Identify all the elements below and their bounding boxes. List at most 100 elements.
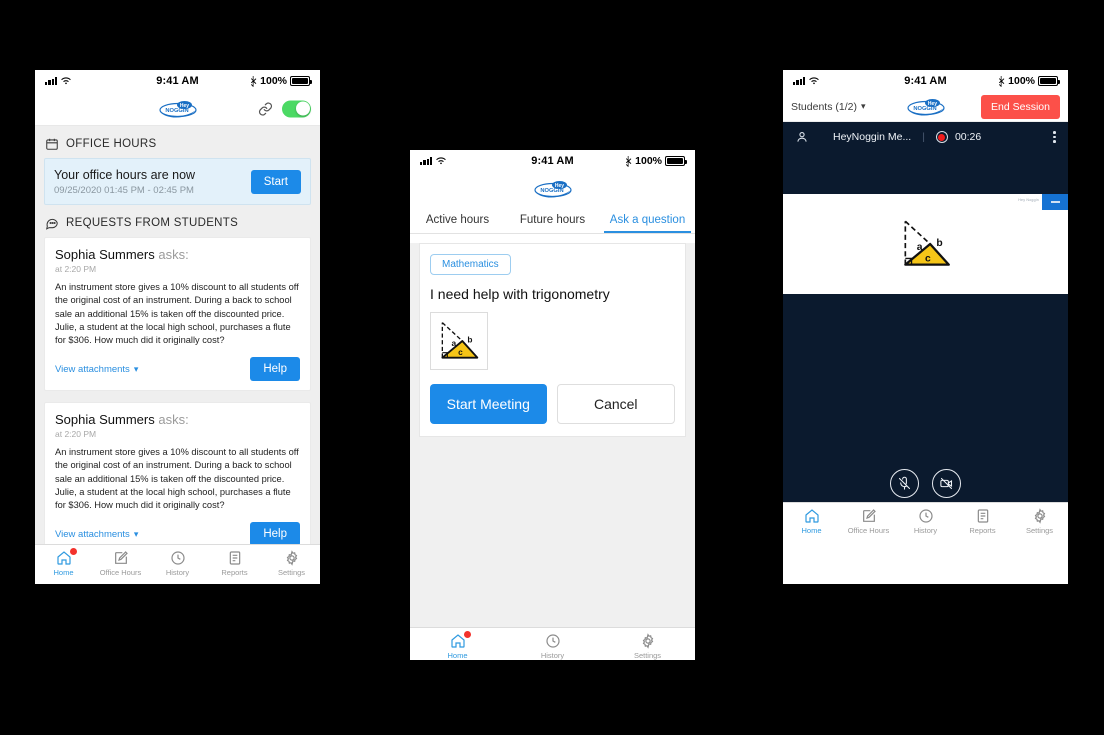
svg-text:NOGGIN: NOGGIN: [165, 108, 188, 114]
start-office-hours-button[interactable]: Start: [250, 169, 301, 194]
tab-history[interactable]: History: [897, 508, 954, 535]
status-right: 100%: [998, 75, 1060, 87]
document-icon: [229, 551, 240, 565]
request-student-name: Sophia Summers: [55, 412, 155, 428]
tab-office-hours-label: Office Hours: [99, 568, 142, 577]
office-hours-text: Your office hours are now 09/25/2020 01:…: [54, 167, 195, 196]
session-stage: HeyNoggin Me... | 00:26 Hey Noggin a b c: [783, 122, 1068, 540]
tab-home[interactable]: Home: [410, 631, 505, 660]
tab-settings[interactable]: Settings: [1011, 508, 1068, 535]
status-left: [793, 76, 820, 86]
session-timer: 00:26: [954, 131, 982, 143]
request-time: at 2:20 PM: [55, 264, 97, 275]
tab-ask-a-question[interactable]: Ask a question: [600, 206, 695, 233]
tab-office-hours-label: Office Hours: [847, 526, 890, 535]
svg-text:c: c: [458, 347, 463, 357]
battery-icon: [1038, 76, 1060, 86]
heynoggin-logo: Hey NOGGIN: [904, 96, 948, 118]
home-icon: [450, 634, 465, 648]
tab-future-hours[interactable]: Future hours: [505, 206, 600, 233]
home-notification-badge: [69, 548, 77, 555]
home-icon: [56, 551, 71, 565]
tab-office-hours[interactable]: Office Hours: [92, 550, 149, 577]
battery-icon: [665, 156, 687, 166]
cancel-button[interactable]: Cancel: [556, 384, 675, 424]
tab-office-hours[interactable]: Office Hours: [840, 508, 897, 535]
end-session-button[interactable]: End Session: [981, 94, 1060, 119]
tab-reports[interactable]: Reports: [954, 508, 1011, 535]
edit-square-icon: [114, 551, 128, 564]
question-tabs: Active hours Future hours Ask a question: [410, 206, 695, 234]
request-footer: View attachments ▾ Help: [55, 522, 300, 544]
bottom-tabbar: Home History Settings: [410, 627, 695, 660]
app-header: Hey NOGGIN: [35, 92, 320, 126]
requests-section-label: REQUESTS FROM STUDENTS: [66, 217, 239, 230]
separator: |: [922, 131, 925, 143]
view-attachments-link[interactable]: View attachments ▾: [55, 364, 138, 375]
heynoggin-logo: Hey NOGGIN: [156, 98, 200, 120]
ask-question-panel: Mathematics I need help with trigonometr…: [419, 243, 686, 437]
svg-text:a: a: [452, 338, 457, 348]
wifi-icon: [61, 77, 72, 85]
app-header: Hey NOGGIN: [410, 172, 695, 206]
mic-off-icon: [898, 476, 911, 490]
status-bar: 9:41 AM 100%: [35, 70, 320, 92]
office-hours-card[interactable]: Your office hours are now 09/25/2020 01:…: [44, 158, 311, 206]
request-student-line: Sophia Summers asks:: [55, 247, 300, 262]
camera-off-button[interactable]: [932, 469, 961, 498]
shared-whiteboard[interactable]: Hey Noggin a b c: [783, 194, 1068, 294]
tab-home[interactable]: Home: [35, 548, 92, 577]
view-attachments-link[interactable]: View attachments ▾: [55, 529, 138, 540]
battery-percent: 100%: [1008, 75, 1035, 87]
bluetooth-icon: [251, 75, 257, 87]
help-button[interactable]: Help: [250, 357, 300, 382]
minimize-icon[interactable]: [1042, 194, 1068, 210]
kebab-menu-icon[interactable]: [1053, 130, 1056, 144]
students-dropdown[interactable]: Students (1/2) ▾: [791, 101, 865, 113]
view-attachments-label: View attachments: [55, 528, 130, 540]
question-text: I need help with trigonometry: [430, 286, 610, 302]
start-meeting-button[interactable]: Start Meeting: [430, 384, 547, 424]
heynoggin-logo: Hey NOGGIN: [531, 178, 575, 200]
signal-bars-icon: [45, 77, 58, 85]
office-hours-section-label: OFFICE HOURS: [66, 138, 157, 150]
status-right: 100%: [625, 155, 687, 167]
availability-toggle[interactable]: [282, 100, 311, 117]
meeting-title: HeyNoggin Me...: [833, 131, 912, 143]
phone1-content: OFFICE HOURS Your office hours are now 0…: [35, 126, 320, 544]
request-card[interactable]: Sophia Summers asks: at 2:20 PM An instr…: [44, 237, 311, 392]
chevron-down-icon: ▾: [133, 528, 139, 539]
request-asks-label: asks:: [158, 412, 189, 428]
gear-icon: [1034, 508, 1045, 524]
bluetooth-icon: [999, 75, 1005, 87]
tab-history[interactable]: History: [149, 550, 206, 577]
gear-icon: [286, 550, 297, 566]
clock-icon: [918, 509, 933, 523]
tab-reports[interactable]: Reports: [206, 550, 263, 577]
tab-history-label: History: [913, 526, 938, 535]
students-dropdown-label: Students (1/2): [791, 100, 857, 113]
tab-home[interactable]: Home: [783, 508, 840, 535]
requests-section-header: REQUESTS FROM STUDENTS: [35, 205, 320, 237]
subject-chip[interactable]: Mathematics: [430, 254, 511, 275]
tab-active-hours[interactable]: Active hours: [410, 206, 505, 233]
mic-off-button[interactable]: [890, 469, 919, 498]
link-icon[interactable]: [258, 101, 273, 116]
clock-icon: [545, 634, 560, 648]
tab-history-label: History: [165, 568, 190, 577]
person-icon[interactable]: [795, 130, 809, 144]
help-button[interactable]: Help: [250, 522, 300, 544]
tab-home-label: Home: [53, 568, 74, 577]
request-time: at 2:20 PM: [55, 429, 97, 440]
tab-future-hours-label: Future hours: [519, 213, 586, 226]
request-card[interactable]: Sophia Summers asks: at 2:20 PM An instr…: [44, 402, 311, 544]
whiteboard-caption: Hey Noggin: [1018, 198, 1039, 202]
tab-history[interactable]: History: [505, 633, 600, 660]
tab-settings[interactable]: Settings: [600, 633, 695, 660]
camera-off-icon: [940, 477, 953, 490]
tab-settings[interactable]: Settings: [263, 550, 320, 577]
signal-bars-icon: [420, 157, 433, 165]
clock-icon: [170, 551, 185, 565]
attachment-thumbnail[interactable]: a b c: [430, 312, 488, 370]
status-left: [420, 156, 447, 166]
